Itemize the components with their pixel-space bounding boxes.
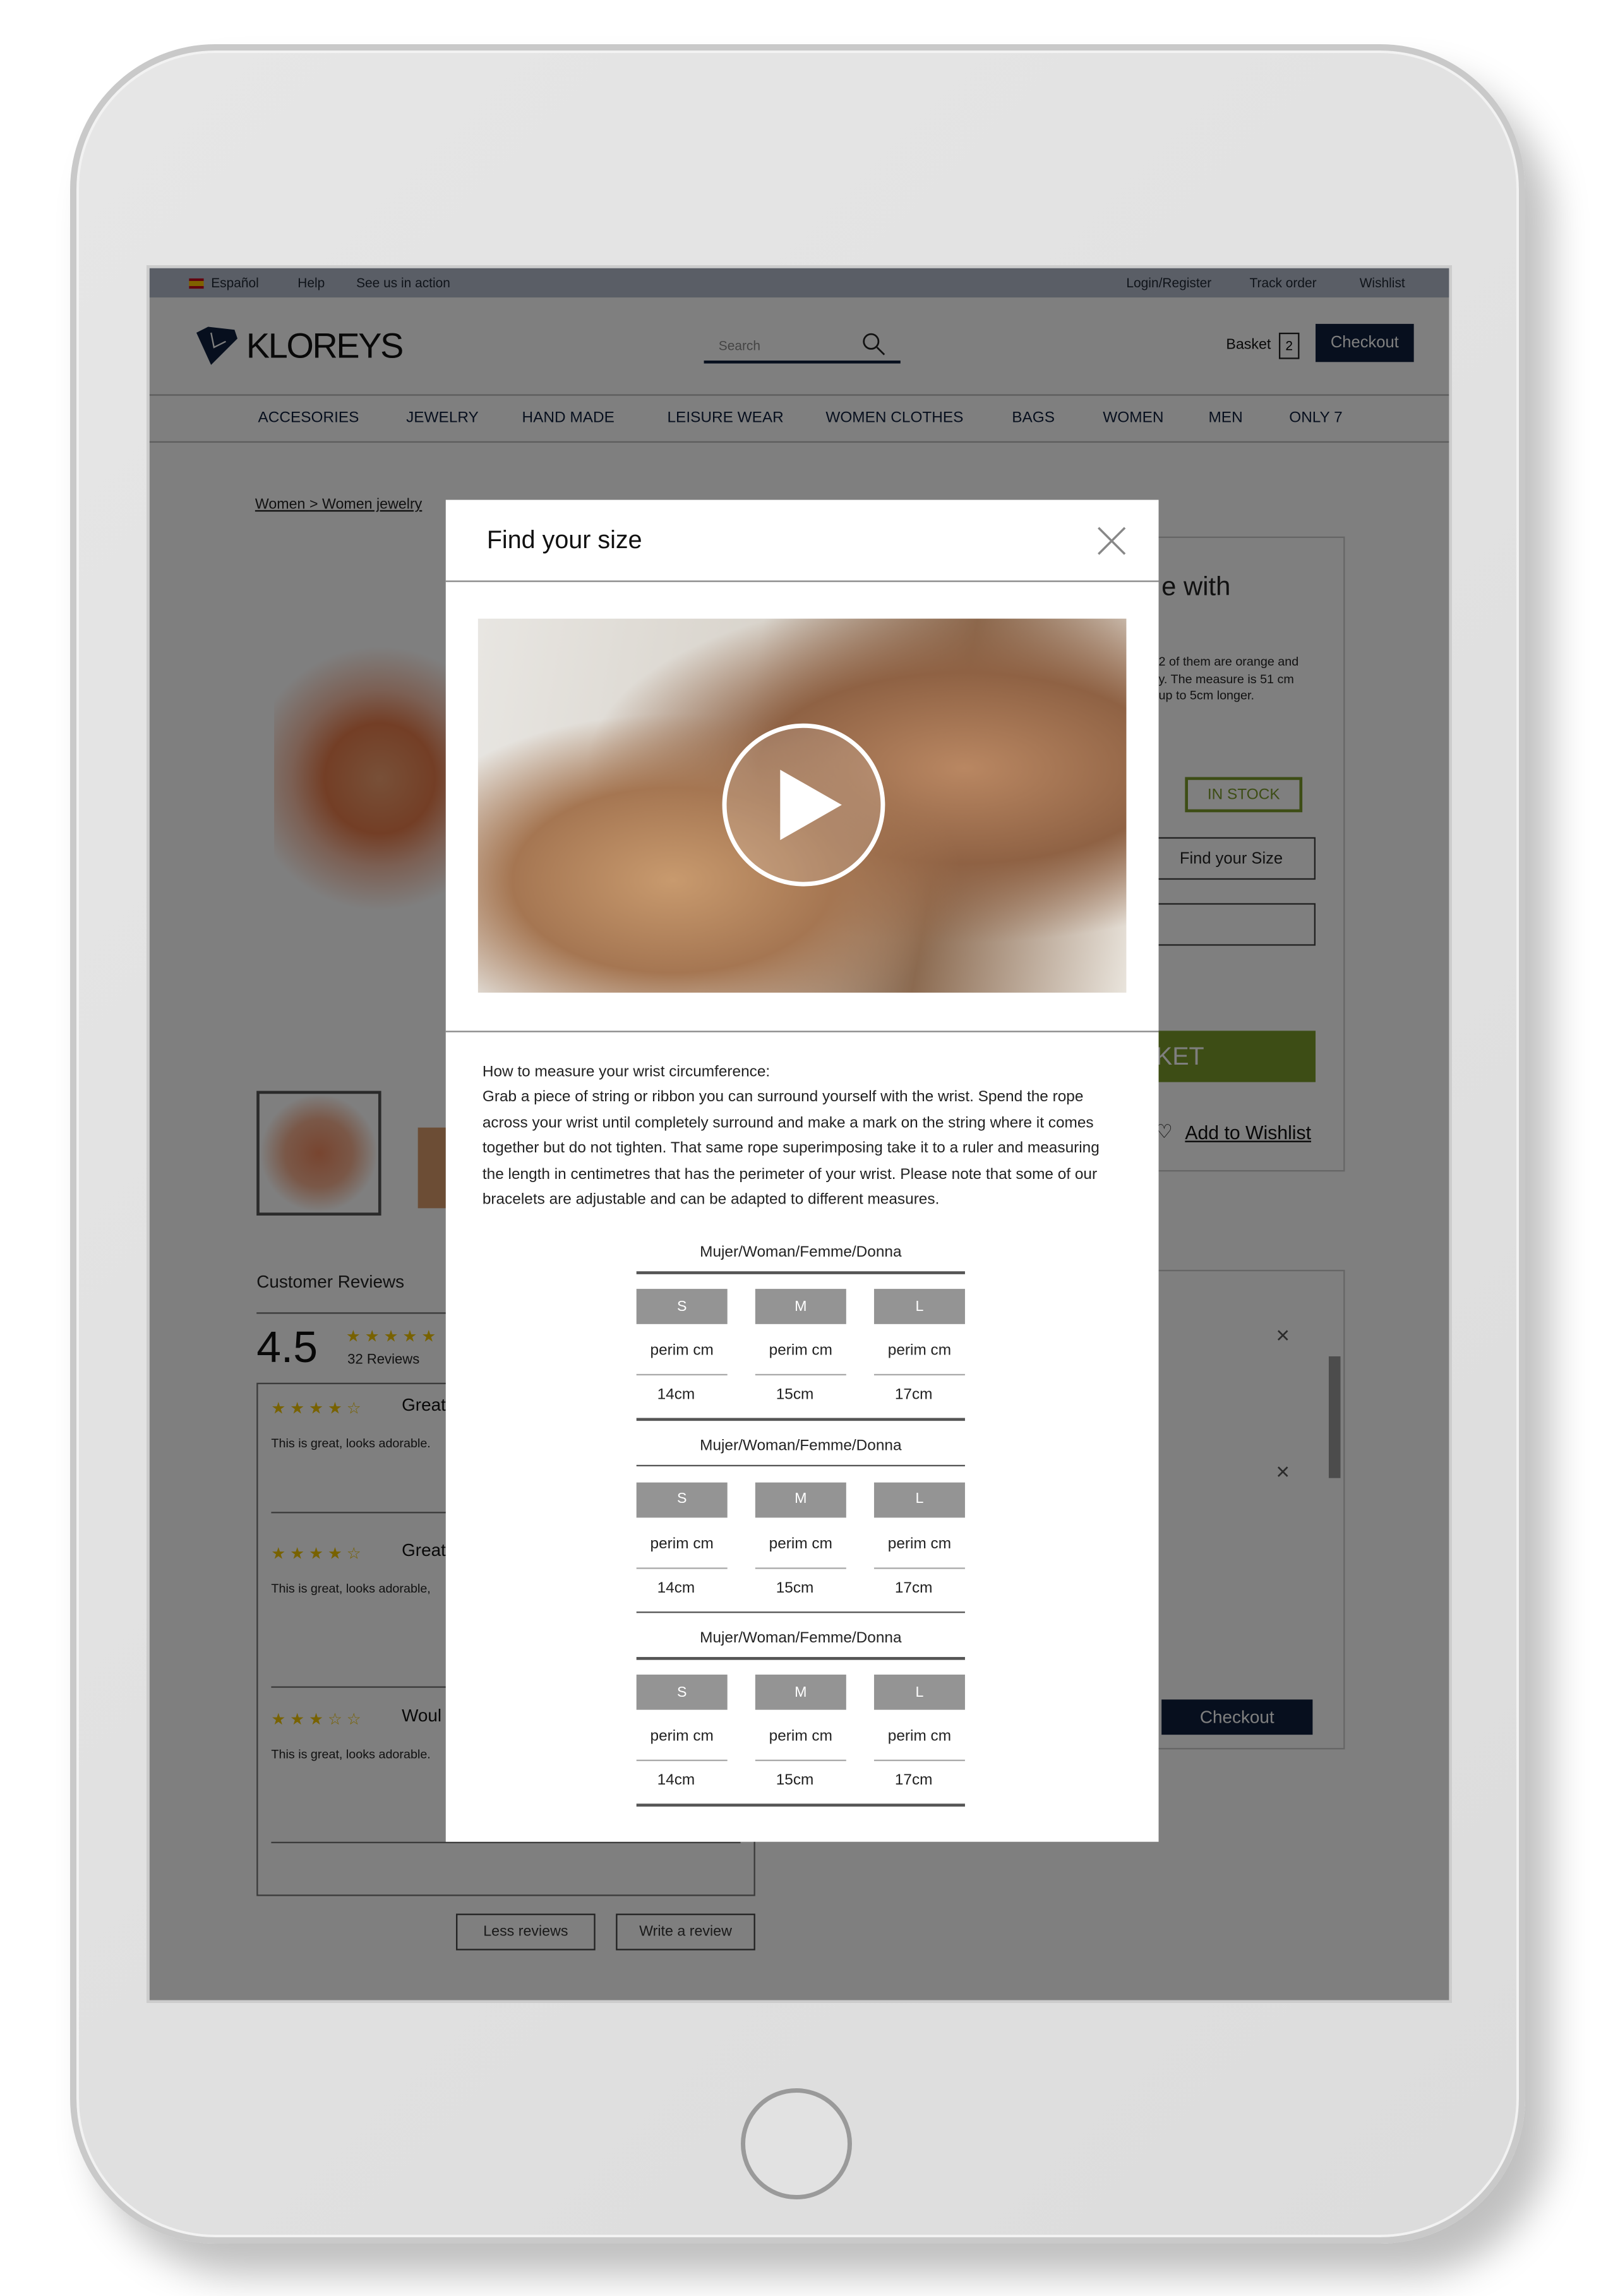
perim-label: perim cm xyxy=(650,1727,714,1745)
size-value: 14cm xyxy=(657,1578,695,1596)
size-l-box[interactable]: L xyxy=(873,1289,965,1324)
divider xyxy=(755,1759,846,1761)
perim-label: perim cm xyxy=(887,1341,952,1360)
size-value: 15cm xyxy=(776,1771,814,1790)
perim-label: perim cm xyxy=(887,1534,952,1552)
find-size-modal: Find your size How to measure your wrist… xyxy=(445,499,1159,1842)
perim-label: perim cm xyxy=(887,1727,952,1745)
size-s-box[interactable]: S xyxy=(636,1289,728,1324)
size-m-box[interactable]: M xyxy=(755,1289,846,1324)
instructions-body: Grab a piece of string or ribbon you can… xyxy=(482,1088,1100,1209)
size-m-box[interactable]: M xyxy=(755,1674,846,1710)
perim-label: perim cm xyxy=(769,1341,832,1360)
divider xyxy=(636,1803,965,1806)
divider xyxy=(636,1567,728,1569)
size-m-box[interactable]: M xyxy=(755,1481,846,1517)
size-value: 15cm xyxy=(776,1385,814,1404)
divider xyxy=(445,580,1159,582)
size-table-heading: Mujer/Woman/Femme/Donna xyxy=(700,1243,902,1261)
size-table-heading: Mujer/Woman/Femme/Donna xyxy=(700,1436,902,1454)
divider xyxy=(636,1657,965,1659)
perim-label: perim cm xyxy=(769,1727,832,1745)
size-l-box[interactable]: L xyxy=(873,1481,965,1517)
divider xyxy=(873,1567,965,1569)
size-value: 17cm xyxy=(894,1578,933,1596)
divider xyxy=(636,1271,965,1274)
divider xyxy=(636,1464,965,1467)
perim-label: perim cm xyxy=(650,1534,714,1552)
measure-instructions: How to measure your wrist circumference:… xyxy=(483,1060,1120,1214)
divider xyxy=(873,1759,965,1761)
divider xyxy=(636,1418,965,1420)
size-value: 14cm xyxy=(657,1771,695,1790)
divider xyxy=(755,1373,846,1376)
divider xyxy=(636,1759,728,1761)
size-l-box[interactable]: L xyxy=(873,1674,965,1710)
instructions-intro: How to measure your wrist circumference: xyxy=(482,1063,771,1081)
perim-label: perim cm xyxy=(769,1534,832,1552)
size-value: 17cm xyxy=(894,1385,933,1404)
divider xyxy=(755,1567,846,1569)
size-s-box[interactable]: S xyxy=(636,1481,728,1517)
video-thumbnail[interactable] xyxy=(477,618,1127,993)
divider xyxy=(873,1373,965,1376)
play-icon[interactable] xyxy=(721,723,885,887)
divider xyxy=(445,1031,1159,1032)
size-value: 14cm xyxy=(657,1385,695,1404)
size-table-heading: Mujer/Woman/Femme/Donna xyxy=(700,1629,902,1647)
size-value: 15cm xyxy=(776,1578,814,1596)
close-icon[interactable] xyxy=(1097,526,1126,555)
divider xyxy=(636,1610,965,1613)
divider xyxy=(636,1373,728,1376)
size-value: 17cm xyxy=(894,1771,933,1790)
perim-label: perim cm xyxy=(650,1341,714,1360)
modal-title: Find your size xyxy=(486,526,642,554)
screen: Español Help See us in action Login/Regi… xyxy=(147,265,1453,2004)
size-s-box[interactable]: S xyxy=(636,1674,728,1710)
home-button[interactable] xyxy=(741,2088,852,2199)
